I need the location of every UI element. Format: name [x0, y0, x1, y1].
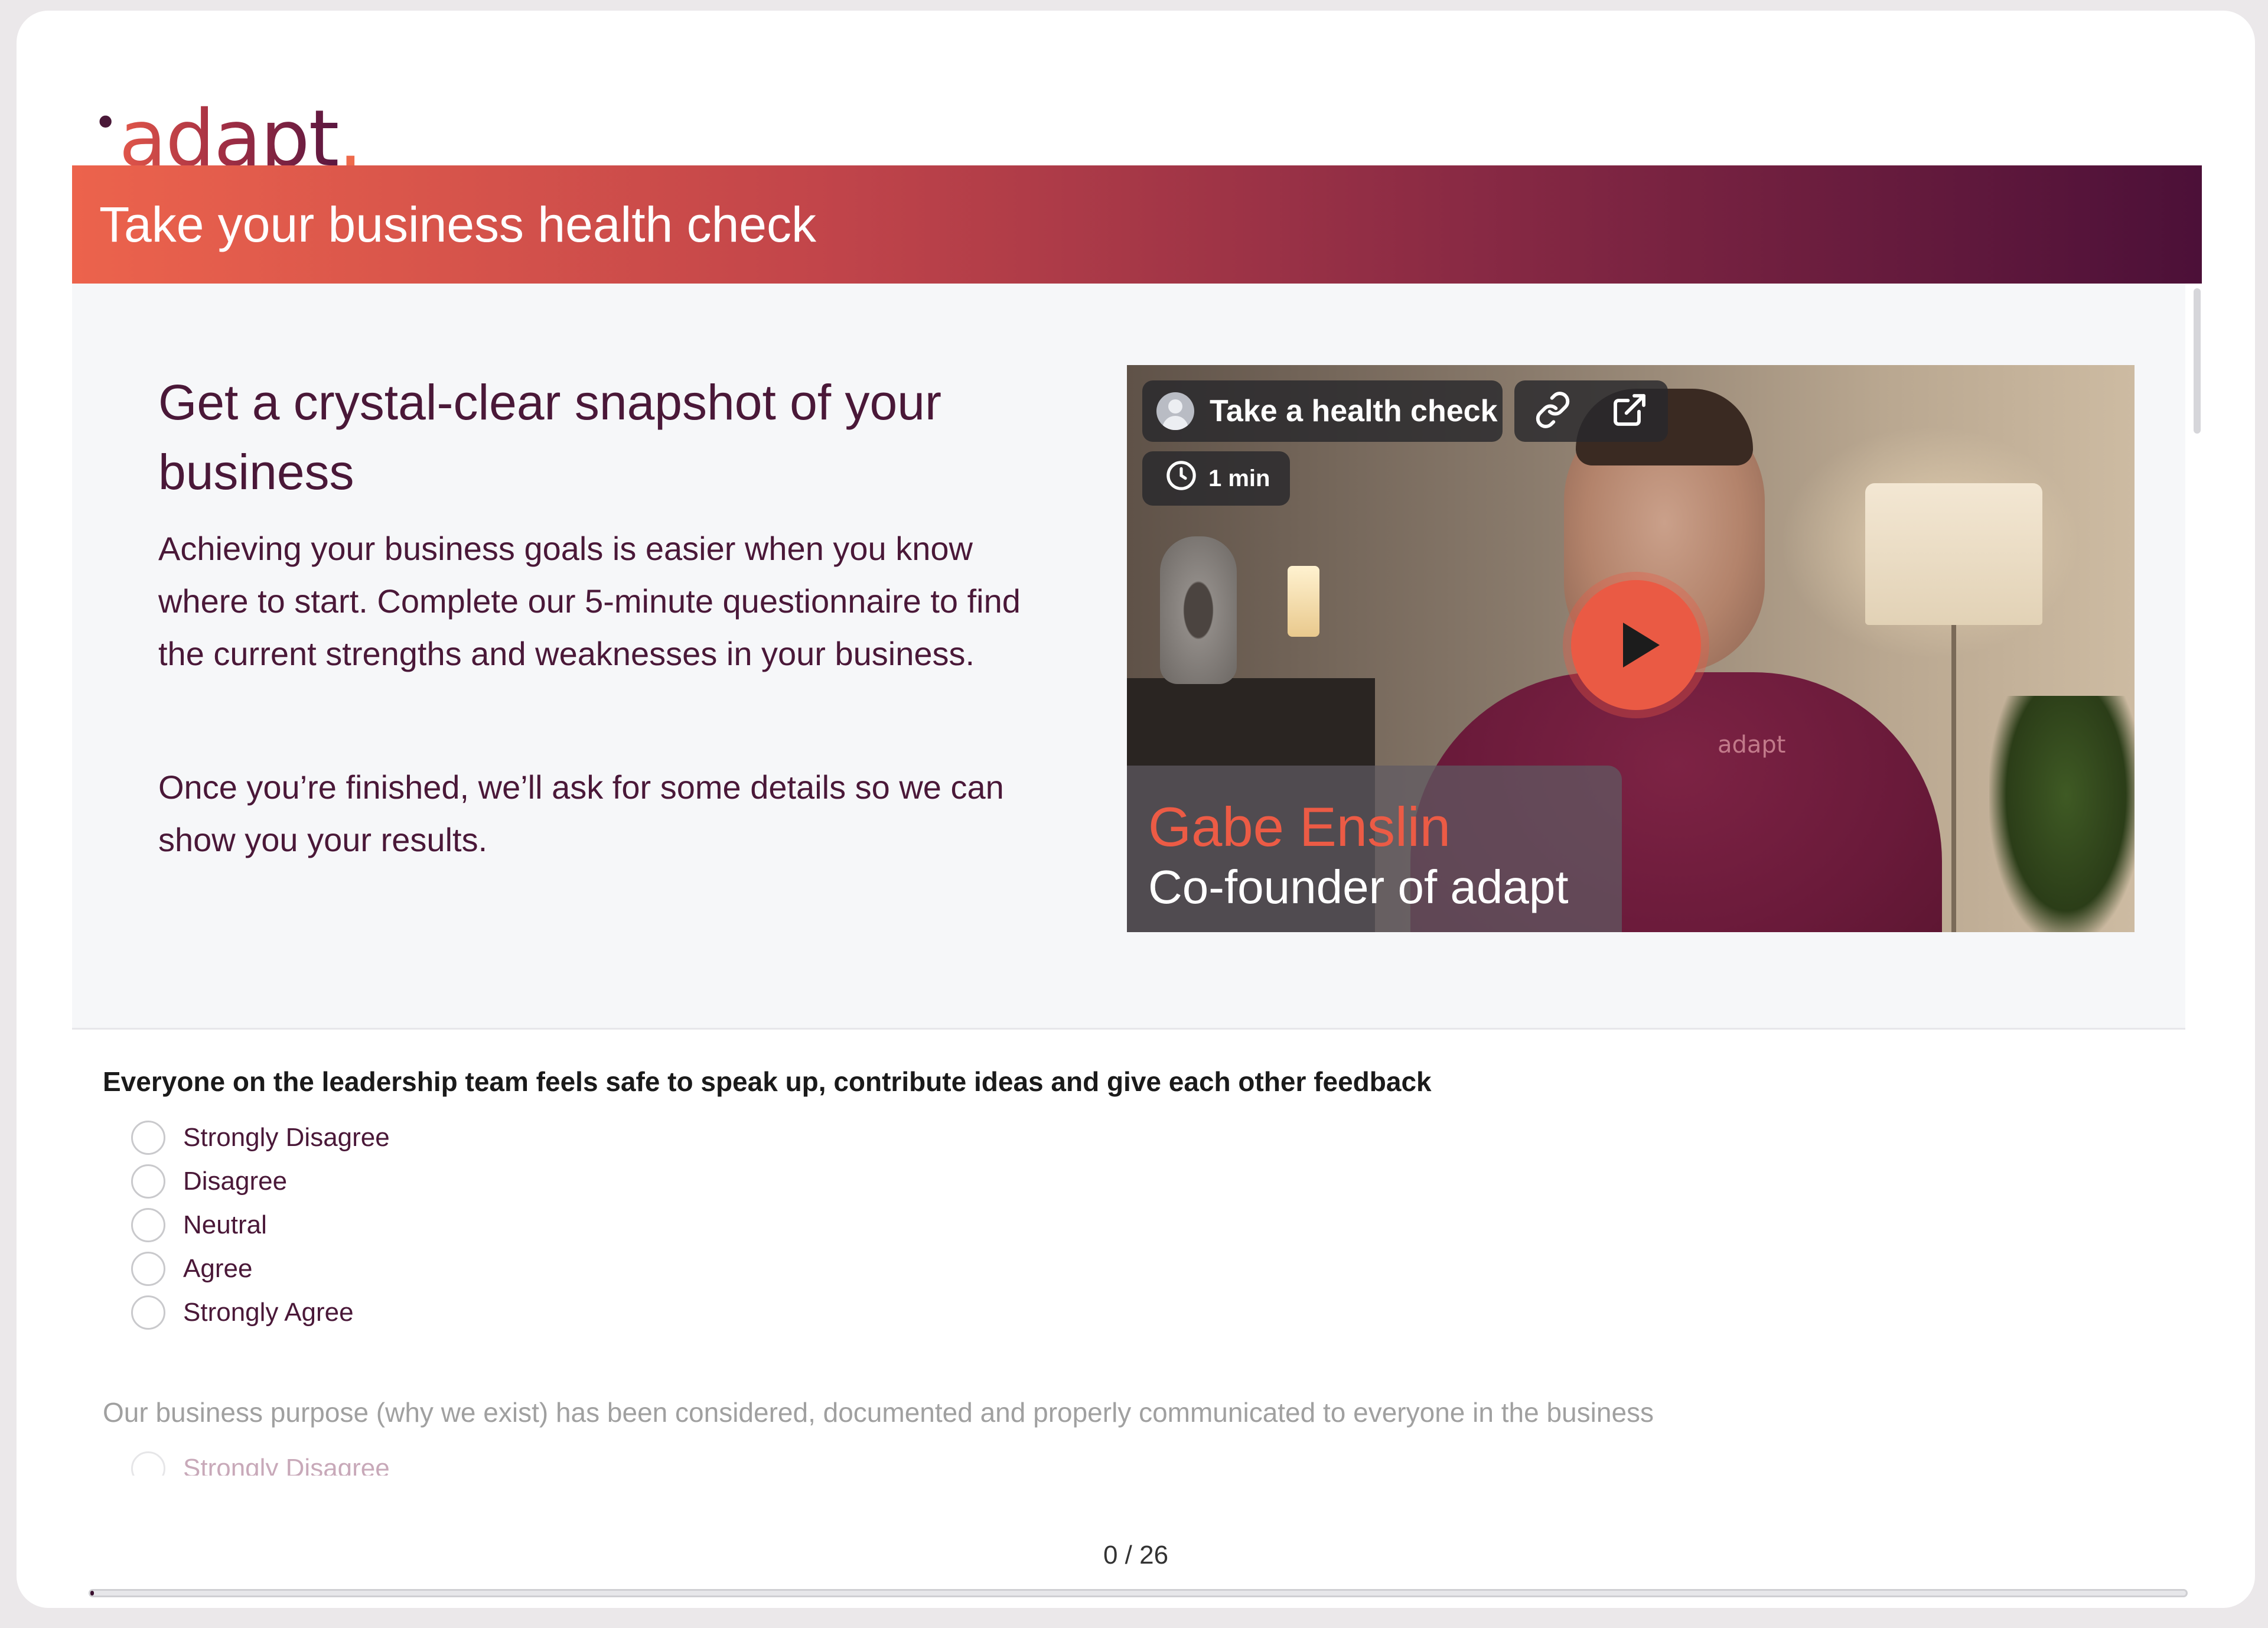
presenter-role: Co-founder of adapt [1148, 861, 1569, 913]
presenter-caption: Gabe Enslin Co-founder of adapt [1127, 766, 1622, 932]
radio-button[interactable] [131, 1164, 165, 1199]
shirt-logo: adapt [1718, 731, 1786, 758]
adapt-logo: •adapt. [93, 93, 363, 184]
link-icon[interactable] [1534, 391, 1572, 432]
radio-button[interactable] [131, 1121, 165, 1155]
question-1-option-strongly-disagree[interactable]: Strongly Disagree [131, 1119, 390, 1157]
duration-label: 1 min [1208, 465, 1270, 491]
avatar-icon [1156, 392, 1194, 430]
scrollbar[interactable] [2194, 288, 2201, 434]
play-icon[interactable] [1571, 580, 1701, 710]
video-player[interactable]: adapt Take a health check 1 min Gabe Ens… [1127, 365, 2135, 932]
page-banner: Take your business health check [72, 165, 2202, 284]
question-1-option-neutral[interactable]: Neutral [131, 1206, 267, 1244]
progress-counter: 0 / 26 [1103, 1541, 1169, 1570]
intro-paragraph: Achieving your business goals is easier … [158, 530, 1021, 672]
question-1-option-agree[interactable]: Agree [131, 1250, 252, 1288]
page-title: Take your business health check [99, 197, 817, 252]
question-1-option-strongly-agree[interactable]: Strongly Agree [131, 1294, 354, 1331]
presenter-name: Gabe Enslin [1148, 796, 1451, 858]
duration-badge: 1 min [1142, 451, 1290, 506]
video-actions [1514, 380, 1668, 442]
question-1-option-disagree[interactable]: Disagree [131, 1163, 287, 1200]
question-1-text: Everyone on the leadership team feels sa… [103, 1066, 1432, 1097]
clock-icon [1165, 459, 1198, 498]
video-title-pill[interactable]: Take a health check [1142, 380, 1503, 442]
external-link-icon[interactable] [1611, 391, 1648, 432]
radio-button[interactable] [131, 1208, 165, 1242]
progress-bar-fill [90, 1591, 94, 1596]
radio-button[interactable] [131, 1252, 165, 1286]
intro-heading: Get a crystal-clear snapshot of your bus… [158, 375, 941, 500]
question-2-text: Our business purpose (why we exist) has … [103, 1397, 1654, 1428]
progress-bar [89, 1589, 2188, 1597]
intro-paragraph-results: Once you’re finished, we’ll ask for some… [158, 769, 1004, 858]
intro-section: Get a crystal-clear snapshot of your bus… [72, 284, 2185, 1030]
radio-button[interactable] [131, 1295, 165, 1330]
video-title: Take a health check [1210, 394, 1498, 428]
form-card: •adapt. Take your business health check … [17, 11, 2255, 1608]
